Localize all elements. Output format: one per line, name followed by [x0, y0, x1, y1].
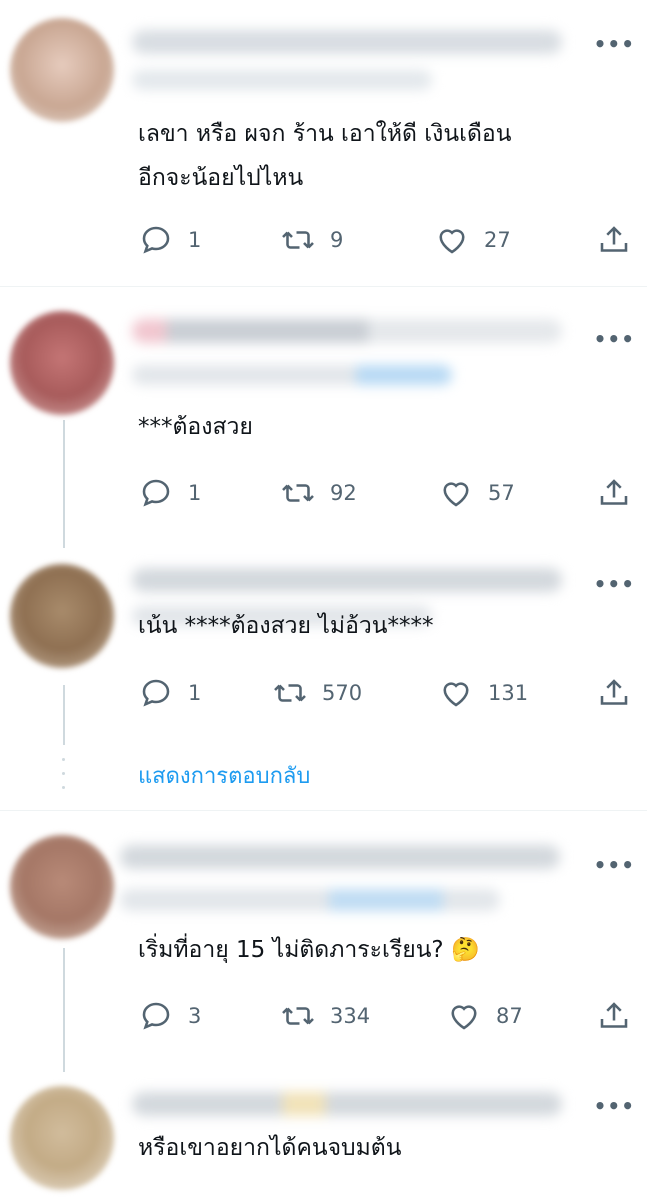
tweet-4[interactable]: ••• เริ่มที่อายุ 15 ไม่ติดภาระเรียน? 🤔 3… [0, 811, 647, 1071]
retweet-icon [282, 484, 314, 502]
blurred-user-name [132, 1092, 562, 1116]
heart-icon [439, 229, 465, 254]
share-icon [600, 679, 628, 705]
more-icon[interactable]: ••• [594, 34, 635, 54]
reply-icon [142, 226, 170, 254]
share-button[interactable] [596, 473, 632, 513]
share-icon [600, 479, 628, 505]
tweet-actions: 1 570 131 [138, 673, 638, 713]
more-icon[interactable]: ••• [594, 574, 635, 594]
heart-icon [443, 482, 469, 507]
more-icon[interactable]: ••• [594, 855, 635, 875]
retweet-button[interactable]: 9 [280, 220, 343, 260]
tweet-text: เริ่มที่อายุ 15 ไม่ติดภาระเรียน? 🤔 [138, 937, 480, 963]
retweet-icon [282, 231, 314, 249]
blurred-user-name [132, 30, 562, 54]
blurred-user-name [132, 319, 562, 343]
retweet-icon [274, 684, 306, 702]
share-icon [600, 1002, 628, 1028]
retweet-count: 570 [322, 681, 363, 705]
tweet-text: ***ต้องสวย [138, 414, 253, 440]
avatar[interactable] [10, 835, 114, 939]
tweet-1[interactable]: ••• เลขา หรือ ผจก ร้าน เอาให้ดี เงินเดือ… [0, 0, 647, 285]
blurred-user-handle [120, 889, 500, 911]
like-button[interactable]: 57 [438, 473, 515, 513]
reply-icon [142, 679, 170, 707]
reply-count: 1 [188, 228, 202, 252]
share-icon [600, 226, 628, 252]
tweet-text: เน้น ****ต้องสวย ไม่อ้วน**** [138, 613, 434, 639]
tweet-actions: 1 9 27 [138, 220, 638, 260]
reply-count: 3 [188, 1004, 202, 1028]
reply-button[interactable]: 1 [138, 673, 201, 713]
tweet-actions: 3 334 87 [138, 996, 638, 1036]
tweet-3[interactable]: ••• เน้น ****ต้องสวย ไม่อ้วน**** 1 570 1… [0, 540, 647, 808]
tweet-text: หรือเขาอยากได้คนจบมต้น [138, 1135, 402, 1161]
heart-icon [443, 682, 469, 707]
tweet-text: เลขา หรือ ผจก ร้าน เอาให้ดี เงินเดือน อี… [138, 121, 512, 191]
avatar[interactable] [10, 311, 114, 415]
blurred-user-handle [132, 365, 452, 385]
reply-button[interactable]: 1 [138, 220, 201, 260]
retweet-button[interactable]: 334 [280, 996, 370, 1036]
share-button[interactable] [596, 220, 632, 260]
like-count: 131 [488, 681, 529, 705]
tweet-5[interactable]: ••• หรือเขาอยากได้คนจบมต้น [0, 1076, 647, 1200]
heart-icon [451, 1005, 477, 1030]
retweet-button[interactable]: 92 [280, 473, 357, 513]
like-button[interactable]: 87 [446, 996, 523, 1036]
tweet-actions: 1 92 57 [138, 473, 638, 513]
share-button[interactable] [596, 996, 632, 1036]
retweet-count: 92 [330, 481, 357, 505]
avatar[interactable] [10, 1086, 114, 1190]
retweet-button[interactable]: 570 [272, 673, 362, 713]
more-icon[interactable]: ••• [594, 329, 635, 349]
retweet-count: 334 [330, 1004, 371, 1028]
tweet-2[interactable]: ••• ***ต้องสวย 1 92 57 [0, 287, 647, 537]
like-button[interactable]: 27 [434, 220, 511, 260]
like-button[interactable]: 131 [438, 673, 528, 713]
show-replies-link[interactable]: แสดงการตอบกลับ [138, 758, 310, 793]
like-count: 27 [484, 228, 511, 252]
reply-button[interactable]: 1 [138, 473, 201, 513]
retweet-count: 9 [330, 228, 344, 252]
share-button[interactable] [596, 673, 632, 713]
avatar[interactable] [10, 564, 114, 668]
like-count: 57 [488, 481, 515, 505]
reply-icon [142, 1002, 170, 1030]
reply-count: 1 [188, 481, 202, 505]
more-icon[interactable]: ••• [594, 1096, 635, 1116]
like-count: 87 [496, 1004, 523, 1028]
blurred-user-handle [132, 70, 432, 90]
reply-button[interactable]: 3 [138, 996, 201, 1036]
retweet-icon [282, 1007, 314, 1025]
reply-count: 1 [188, 681, 202, 705]
blurred-user-name [132, 568, 562, 592]
reply-icon [142, 479, 170, 507]
blurred-user-name [120, 845, 560, 869]
avatar[interactable] [10, 18, 114, 122]
